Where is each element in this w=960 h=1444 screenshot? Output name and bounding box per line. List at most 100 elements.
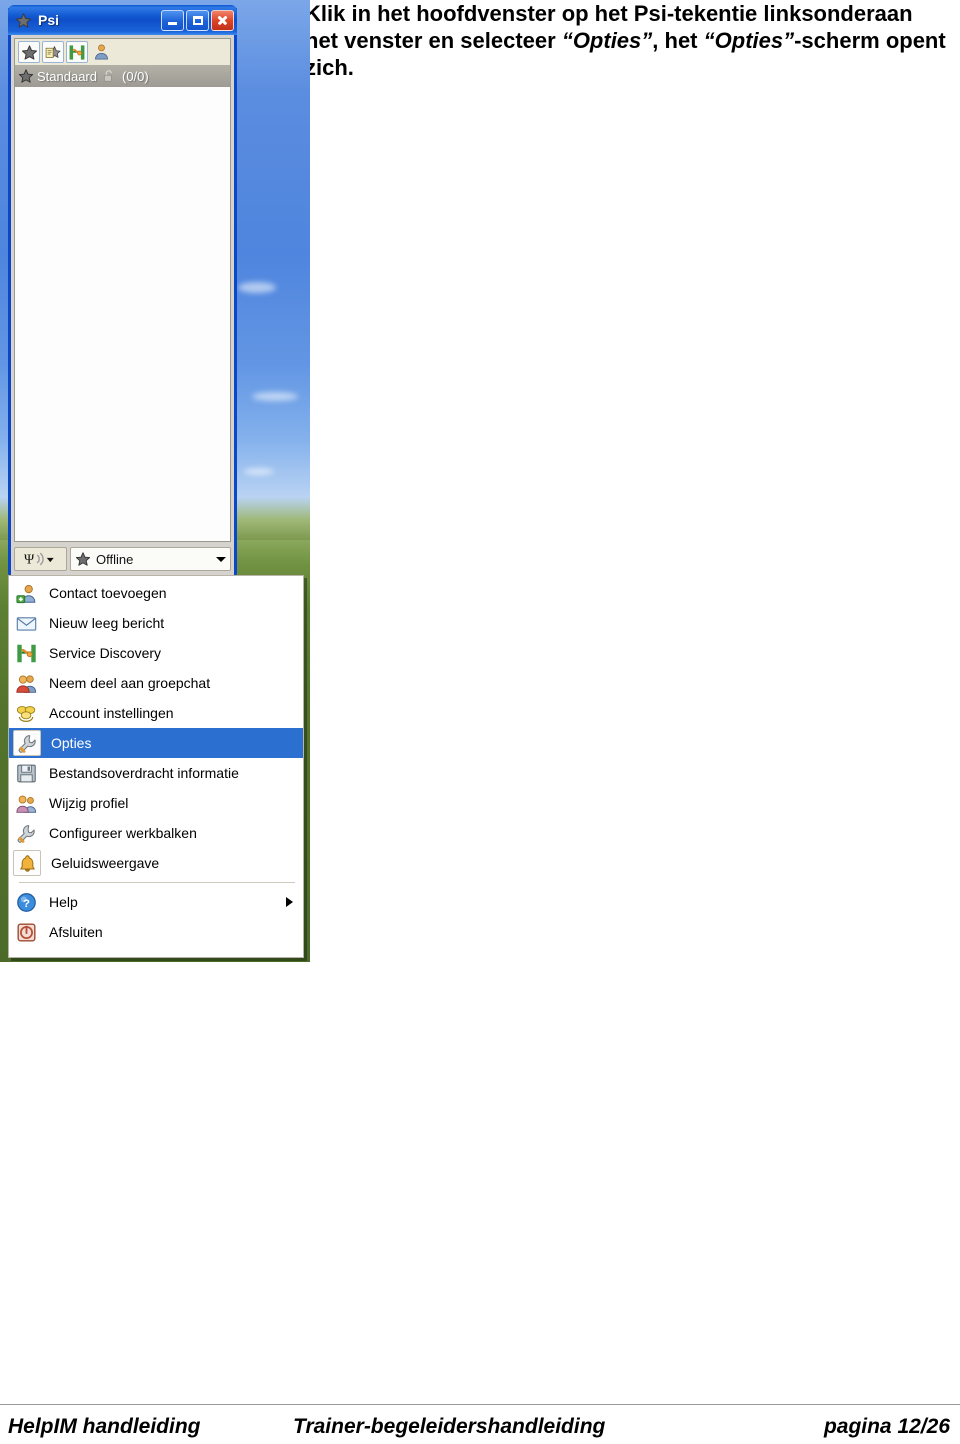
psi-main-menu[interactable]: Contact toevoegen Nieuw leeg bericht Servi… bbox=[8, 575, 304, 958]
edit-profile-icon bbox=[13, 791, 39, 815]
unlocked-padlock-icon bbox=[103, 70, 112, 82]
footer-left-text: HelpIM handleiding bbox=[8, 1415, 201, 1438]
menu-item-neem-deel-aan-groepchat[interactable]: Neem deel aan groepchat bbox=[9, 668, 303, 698]
power-icon bbox=[13, 920, 39, 944]
window-titlebar: Psi bbox=[8, 5, 237, 35]
instruction-line-2b: , het bbox=[652, 28, 698, 53]
wrench-icon bbox=[13, 821, 39, 845]
psi-toolbar bbox=[14, 38, 231, 65]
wrench-icon bbox=[18, 734, 36, 753]
menu-item-geluidsweergave[interactable]: Geluidsweergave bbox=[9, 848, 303, 878]
close-icon bbox=[217, 15, 228, 26]
minimize-icon bbox=[168, 21, 177, 25]
submenu-arrow-icon bbox=[286, 897, 293, 907]
new-message-icon bbox=[45, 45, 61, 58]
envelope-icon bbox=[16, 616, 36, 631]
wrench-icon bbox=[13, 730, 41, 756]
envelope-icon bbox=[13, 611, 39, 635]
service-discovery-icon bbox=[69, 44, 85, 60]
menu-item-service-discovery[interactable]: Service Discovery bbox=[9, 638, 303, 668]
instruction-quote-opties-1: “Opties” bbox=[561, 28, 653, 53]
star-icon bbox=[18, 69, 34, 83]
star-icon bbox=[75, 552, 91, 566]
psi-signal-icon: Ψ bbox=[24, 553, 54, 568]
status-select[interactable]: Offline bbox=[70, 547, 231, 571]
menu-item-label: Bestandsoverdracht informatie bbox=[49, 765, 239, 781]
edit-profile-icon bbox=[15, 795, 36, 813]
menu-item-account-instellingen[interactable]: Account instellingen bbox=[9, 698, 303, 728]
menu-item-label: Help bbox=[49, 894, 78, 910]
menu-item-label: Account instellingen bbox=[49, 705, 174, 721]
svg-text:?: ? bbox=[23, 898, 30, 910]
close-button[interactable] bbox=[211, 9, 234, 31]
profile-icon bbox=[94, 44, 108, 60]
floppy-disk-icon bbox=[13, 761, 39, 785]
star-icon bbox=[15, 12, 32, 28]
bell-icon bbox=[19, 854, 35, 872]
cloud-shape bbox=[252, 392, 298, 401]
menu-item-wijzig-profiel[interactable]: Wijzig profiel bbox=[9, 788, 303, 818]
psi-main-window: Psi Standaard (0/0) Ψ Offline bbox=[8, 5, 237, 578]
menu-item-label: Afsluiten bbox=[49, 924, 103, 940]
add-contact-icon bbox=[13, 581, 39, 605]
roster-group-count: (0/0) bbox=[122, 68, 149, 84]
psi-screenshot: Psi Standaard (0/0) Ψ Offline Contact to… bbox=[0, 0, 310, 962]
status-select-value: Offline bbox=[96, 551, 134, 567]
group-chat-icon bbox=[13, 671, 39, 695]
roster-group-name: Standaard bbox=[37, 68, 97, 84]
add-contact-icon bbox=[15, 584, 35, 603]
group-chat-icon bbox=[15, 674, 36, 693]
window-client-area: Standaard (0/0) Ψ Offline bbox=[11, 35, 234, 575]
footer-center-text: Trainer-begeleidershandleiding bbox=[293, 1415, 606, 1438]
page-footer: HelpIM handleiding Trainer-begeleidersha… bbox=[0, 1410, 960, 1444]
toolbar-service-discovery-button[interactable] bbox=[66, 41, 88, 63]
menu-item-label: Wijzig profiel bbox=[49, 795, 129, 811]
menu-item-label: Opties bbox=[51, 735, 92, 751]
menu-item-opties[interactable]: Opties bbox=[9, 728, 303, 758]
footer-divider bbox=[0, 1404, 960, 1405]
menu-item-configureer-werkbalken[interactable]: Configureer werkbalken bbox=[9, 818, 303, 848]
menu-item-label: Geluidsweergave bbox=[51, 855, 160, 871]
accounts-icon bbox=[16, 705, 35, 722]
footer-page-number: pagina 12/26 bbox=[823, 1415, 950, 1438]
power-icon bbox=[16, 922, 36, 942]
menu-item-afsluiten[interactable]: Afsluiten bbox=[9, 917, 303, 947]
psi-status-menu-button[interactable]: Ψ bbox=[14, 547, 67, 571]
cloud-shape bbox=[244, 468, 274, 475]
minimize-button[interactable] bbox=[161, 9, 184, 31]
instruction-line-1: Klik in het hoofdvenster op het Psi-teke… bbox=[305, 1, 758, 26]
psi-statusbar: Ψ Offline bbox=[14, 546, 231, 572]
star-icon bbox=[21, 44, 37, 60]
menu-item-bestandsoverdracht-informatie[interactable]: Bestandsoverdracht informatie bbox=[9, 758, 303, 788]
help-circle-icon: ? bbox=[16, 892, 36, 912]
menu-item-nieuw-leeg-bericht[interactable]: Nieuw leeg bericht bbox=[9, 608, 303, 638]
menu-item-contact-toevoegen[interactable]: Contact toevoegen bbox=[9, 578, 303, 608]
menu-separator bbox=[19, 882, 295, 883]
chevron-down-icon bbox=[216, 556, 226, 562]
window-title: Psi bbox=[38, 12, 60, 28]
service-discovery-icon bbox=[13, 641, 39, 665]
roster-contact-list[interactable] bbox=[14, 87, 231, 542]
menu-item-label: Configureer werkbalken bbox=[49, 825, 197, 841]
menu-item-help[interactable]: ? Help bbox=[9, 887, 303, 917]
wrench-icon bbox=[17, 824, 35, 843]
menu-item-label: Contact toevoegen bbox=[49, 585, 167, 601]
accounts-icon bbox=[13, 701, 39, 725]
help-circle-icon: ? bbox=[13, 890, 39, 914]
menu-item-label: Neem deel aan groepchat bbox=[49, 675, 211, 691]
cloud-shape bbox=[238, 282, 276, 293]
menu-item-label: Nieuw leeg bericht bbox=[49, 615, 165, 631]
toolbar-profile-button[interactable] bbox=[90, 41, 112, 63]
instruction-quote-opties-2: “Opties” bbox=[703, 28, 795, 53]
maximize-button[interactable] bbox=[186, 9, 209, 31]
toolbar-add-contact-star-button[interactable] bbox=[18, 41, 40, 63]
maximize-icon bbox=[192, 15, 203, 25]
instruction-paragraph: Klik in het hoofdvenster op het Psi-teke… bbox=[305, 0, 950, 81]
menu-item-label: Service Discovery bbox=[49, 645, 162, 661]
svg-text:Ψ: Ψ bbox=[24, 553, 35, 568]
bell-icon bbox=[13, 850, 41, 876]
roster-group-row[interactable]: Standaard (0/0) bbox=[14, 65, 231, 87]
toolbar-new-message-button[interactable] bbox=[42, 41, 64, 63]
floppy-disk-icon bbox=[16, 764, 36, 782]
service-discovery-icon bbox=[16, 644, 36, 662]
